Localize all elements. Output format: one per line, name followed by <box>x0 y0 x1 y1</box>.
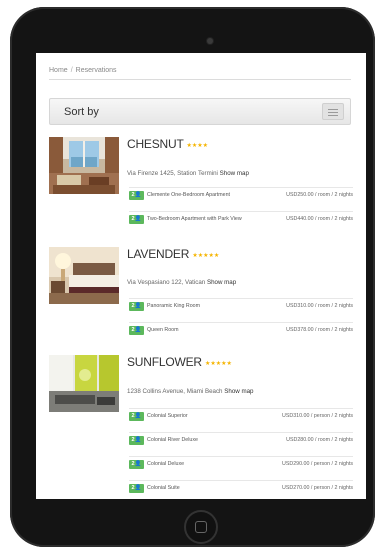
show-map-link[interactable]: Show map <box>207 279 236 286</box>
star-rating-icon: ★★★★★ <box>205 361 232 367</box>
guests-badge: 2👤 <box>129 302 144 311</box>
hotel-room-image <box>49 355 119 412</box>
hotel-name-text: CHESNUT <box>127 137 184 151</box>
guests-badge: 2👤 <box>129 412 144 421</box>
room-name[interactable]: Two-Bedroom Apartment with Park View <box>147 216 242 222</box>
room-list: 2👤 Clemente One-Bedroom Apartment USD250… <box>129 187 353 235</box>
hotel-photo[interactable] <box>49 137 119 194</box>
room-price: USD290.00 / person / 2 nights <box>282 461 353 467</box>
room-price: USD310.00 / person / 2 nights <box>282 413 353 419</box>
sort-label: Sort by <box>64 106 99 118</box>
guests-badge: 2👤 <box>129 460 144 469</box>
room-list: 2👤 Panoramic King Room USD310.00 / room … <box>129 298 353 346</box>
hotel-name[interactable]: CHESNUT ★★★★ <box>127 137 208 151</box>
show-map-link[interactable]: Show map <box>224 388 253 395</box>
room-row[interactable]: 2👤 Panoramic King Room USD310.00 / room … <box>129 298 353 322</box>
room-name[interactable]: Colonial Suite <box>147 485 180 491</box>
hotel-name-text: LAVENDER <box>127 247 190 261</box>
room-name[interactable]: Colonial Deluxe <box>147 461 184 467</box>
room-price: USD270.00 / person / 2 nights <box>282 485 353 491</box>
room-name[interactable]: Panoramic King Room <box>147 303 200 309</box>
hotel-address-text: Via Vespasiano 122, Vatican <box>127 279 206 286</box>
room-row[interactable]: 2👤 Colonial River Deluxe USD280.00 / roo… <box>129 432 353 456</box>
breadcrumb: Home / Reservations <box>49 67 117 74</box>
menu-line <box>328 115 338 116</box>
room-row[interactable]: 2👤 Queen Room USD378.00 / room / 2 night… <box>129 322 353 346</box>
room-name[interactable]: Colonial River Deluxe <box>147 437 198 443</box>
room-list: 2👤 Colonial Superior USD310.00 / person … <box>129 408 353 499</box>
guests-badge: 2👤 <box>129 215 144 224</box>
hotel-photo[interactable] <box>49 355 119 412</box>
screen: Home / Reservations Sort by CHESNUT ★★★★… <box>36 53 366 499</box>
room-price: USD378.00 / room / 2 nights <box>286 327 353 333</box>
room-name[interactable]: Colonial Superior <box>147 413 188 419</box>
menu-line <box>328 112 338 113</box>
room-price: USD440.00 / room / 2 nights <box>286 216 353 222</box>
show-map-link[interactable]: Show map <box>220 170 249 177</box>
guests-badge: 2👤 <box>129 484 144 493</box>
room-row[interactable]: 2👤 Clemente One-Bedroom Apartment USD250… <box>129 187 353 211</box>
room-row[interactable]: 2👤 Colonial Deluxe USD290.00 / person / … <box>129 456 353 480</box>
guests-badge: 2👤 <box>129 436 144 445</box>
home-button[interactable] <box>184 510 218 544</box>
breadcrumb-current: Reservations <box>75 67 117 74</box>
hotel-address: 1238 Collins Avenue, Miami Beach Show ma… <box>127 388 253 395</box>
hotel-address-text: Via Firenze 1425, Station Termini <box>127 170 218 177</box>
sort-bar[interactable]: Sort by <box>49 98 351 125</box>
room-row[interactable]: 2👤 Two-Bedroom Apartment with Park View … <box>129 211 353 235</box>
hotel-room-image <box>49 247 119 304</box>
hotel-photo[interactable] <box>49 247 119 304</box>
hotel-name[interactable]: SUNFLOWER ★★★★★ <box>127 355 232 369</box>
hotel-name[interactable]: LAVENDER ★★★★★ <box>127 247 219 261</box>
room-price: USD250.00 / room / 2 nights <box>286 192 353 198</box>
hotel-address: Via Vespasiano 122, Vatican Show map <box>127 279 236 286</box>
hotel-room-image <box>49 137 119 194</box>
guests-badge: 2👤 <box>129 191 144 200</box>
room-name[interactable]: Clemente One-Bedroom Apartment <box>147 192 230 198</box>
room-row[interactable]: 2👤 Colonial Suite USD270.00 / person / 2… <box>129 480 353 499</box>
hotel-name-text: SUNFLOWER <box>127 355 202 369</box>
hotel-address: Via Firenze 1425, Station Termini Show m… <box>127 170 249 177</box>
room-name[interactable]: Queen Room <box>147 327 179 333</box>
breadcrumb-divider <box>49 79 351 80</box>
sort-menu-button[interactable] <box>322 103 344 120</box>
room-price: USD280.00 / room / 2 nights <box>286 437 353 443</box>
room-row[interactable]: 2👤 Colonial Superior USD310.00 / person … <box>129 408 353 432</box>
hotel-address-text: 1238 Collins Avenue, Miami Beach <box>127 388 223 395</box>
star-rating-icon: ★★★★ <box>186 143 209 149</box>
room-price: USD310.00 / room / 2 nights <box>286 303 353 309</box>
camera-icon <box>207 38 213 44</box>
breadcrumb-separator: / <box>70 67 73 74</box>
home-square-icon <box>195 521 207 533</box>
menu-line <box>328 109 338 110</box>
star-rating-icon: ★★★★★ <box>192 253 220 259</box>
breadcrumb-home[interactable]: Home <box>49 67 68 74</box>
guests-badge: 2👤 <box>129 326 144 335</box>
